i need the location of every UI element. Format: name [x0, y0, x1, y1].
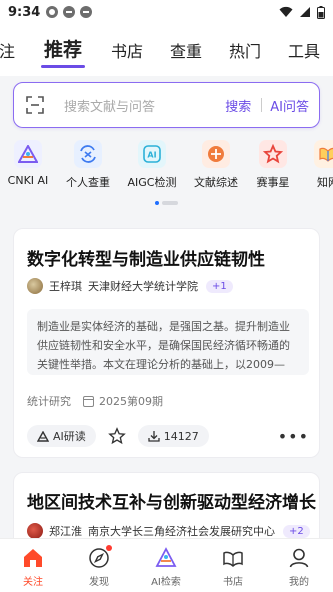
quick-item-literature-review[interactable]: 文献综述 [186, 138, 246, 190]
literature-review-icon [202, 140, 230, 168]
aigc-detect-icon: AI [138, 140, 166, 168]
carousel-pager [155, 201, 178, 205]
nav-label: AI检索 [151, 577, 181, 588]
journal-source[interactable]: 统计研究 [27, 393, 71, 409]
nav-label: 书店 [223, 577, 243, 588]
journal-issue: 2025第09期 [99, 395, 163, 408]
nav-label: 关注 [23, 577, 43, 588]
quick-item-cnki-ai[interactable]: CNKI AI [0, 138, 58, 187]
app-screen: 9:34 注 推荐 书店 查重 热门 工具 搜索文献与问答 搜索 AI问答 CN… [0, 0, 333, 592]
article-meta: 统计研究 2025第09期 [27, 393, 163, 409]
nav-follow[interactable]: 关注 [8, 547, 58, 588]
ai-question-button[interactable]: AI问答 [270, 96, 309, 115]
article-title[interactable]: 地区间技术互补与创新驱动型经济增长 [27, 488, 316, 513]
nav-discover[interactable]: 发现 [74, 545, 124, 588]
ai-read-label: AI研读 [53, 430, 86, 443]
nav-ai-search[interactable]: AI检索 [141, 547, 191, 588]
notification-dot [106, 545, 112, 551]
user-icon [288, 547, 310, 569]
active-tab-indicator [41, 65, 85, 68]
cnki-ai-icon [14, 140, 42, 168]
quick-item-plagiarism-check[interactable]: 个人查重 [58, 138, 118, 190]
quick-item-cnki[interactable]: 知网 [298, 138, 333, 190]
pager-dot-active [155, 201, 159, 205]
wifi-icon [279, 6, 293, 17]
article-authors: 郑江淮 南京大学长三角经济社会发展研究中心 +2 [27, 523, 310, 539]
settings-status-icon [46, 6, 59, 18]
author-name[interactable]: 郑江淮 [49, 523, 82, 539]
quick-item-label: AIGC检测 [127, 176, 177, 189]
nav-profile[interactable]: 我的 [274, 547, 324, 588]
scan-icon[interactable] [26, 96, 44, 114]
article-card[interactable]: 数字化转型与制造业供应链韧性 王梓琪 天津财经大学统计学院 +1 制造业是实体经… [13, 228, 320, 458]
more-authors-badge[interactable]: +2 [283, 524, 310, 538]
quick-item-label: 个人查重 [66, 176, 110, 189]
article-title[interactable]: 数字化转型与制造业供应链韧性 [27, 245, 265, 270]
tab-hot[interactable]: 热门 [229, 38, 261, 62]
more-options-icon[interactable]: ••• [278, 427, 309, 446]
signal-icon [300, 7, 310, 17]
status-time: 9:34 [8, 4, 41, 20]
quick-item-label: CNKI AI [7, 174, 49, 187]
cnki-book-icon [314, 140, 333, 168]
search-divider [261, 98, 263, 112]
quick-tools-row: CNKI AI 个人查重 AI AIGC检测 文献综述 赛事星 知 [0, 138, 333, 208]
quick-item-contest-star[interactable]: 赛事星 [243, 138, 303, 190]
home-icon [22, 547, 44, 569]
download-icon [148, 431, 160, 442]
tab-tools[interactable]: 工具 [288, 38, 320, 62]
article-actions: AI研读 14127 ••• [27, 424, 309, 448]
mute-status-icon [63, 6, 76, 18]
calendar-icon [83, 395, 94, 407]
more-authors-badge[interactable]: +1 [206, 279, 233, 293]
search-button[interactable]: 搜索 [225, 96, 251, 115]
author-affiliation: 南京大学长三角经济社会发展研究中心 [88, 525, 275, 538]
download-button[interactable]: 14127 [137, 425, 209, 447]
ai-read-button[interactable]: AI研读 [27, 425, 96, 447]
nav-bookstore[interactable]: 书店 [208, 547, 258, 588]
quick-item-label: 赛事星 [256, 176, 290, 189]
nav-label: 发现 [89, 577, 109, 588]
plagiarism-check-icon [74, 140, 102, 168]
article-authors: 王梓琪 天津财经大学统计学院 +1 [27, 278, 233, 294]
battery-icon [317, 5, 325, 19]
book-icon [222, 547, 244, 569]
quick-item-label: 文献综述 [194, 176, 238, 189]
contest-star-icon [259, 140, 287, 168]
article-abstract: 制造业是实体经济的基础，是强国之基。提升制造业供应链韧性和安全水平，是确保国民经… [27, 309, 309, 375]
ai-read-icon [37, 430, 49, 442]
pager-dot [162, 201, 178, 205]
svg-text:AI: AI [147, 151, 156, 160]
author-affiliation: 天津财经大学统计学院 [88, 280, 198, 293]
ai-search-icon [155, 547, 177, 569]
quick-item-aigc-detect[interactable]: AI AIGC检测 [122, 138, 182, 190]
tab-recommend[interactable]: 推荐 [44, 35, 82, 62]
search-bar[interactable]: 搜索文献与问答 搜索 AI问答 [13, 82, 320, 128]
top-tab-bar: 注 推荐 书店 查重 热门 工具 [0, 24, 333, 76]
quick-item-label: 知网 [317, 176, 333, 189]
institution-logo-icon [27, 278, 43, 294]
author-name[interactable]: 王梓琪 [49, 278, 82, 294]
nav-label: 我的 [289, 577, 309, 588]
status-bar: 9:34 [0, 0, 333, 24]
download-count: 14127 [163, 429, 199, 443]
tab-plagiarism[interactable]: 查重 [170, 38, 202, 62]
compass-icon [88, 545, 112, 569]
tab-bookstore[interactable]: 书店 [111, 38, 143, 62]
institution-logo-icon [27, 523, 43, 539]
bottom-navigation: 关注 发现 AI检索 书店 我的 [0, 538, 333, 592]
favorite-star-icon[interactable] [107, 427, 126, 445]
dnd-status-icon [80, 6, 93, 18]
search-input[interactable]: 搜索文献与问答 [64, 96, 225, 115]
tab-follow[interactable]: 注 [0, 38, 15, 62]
